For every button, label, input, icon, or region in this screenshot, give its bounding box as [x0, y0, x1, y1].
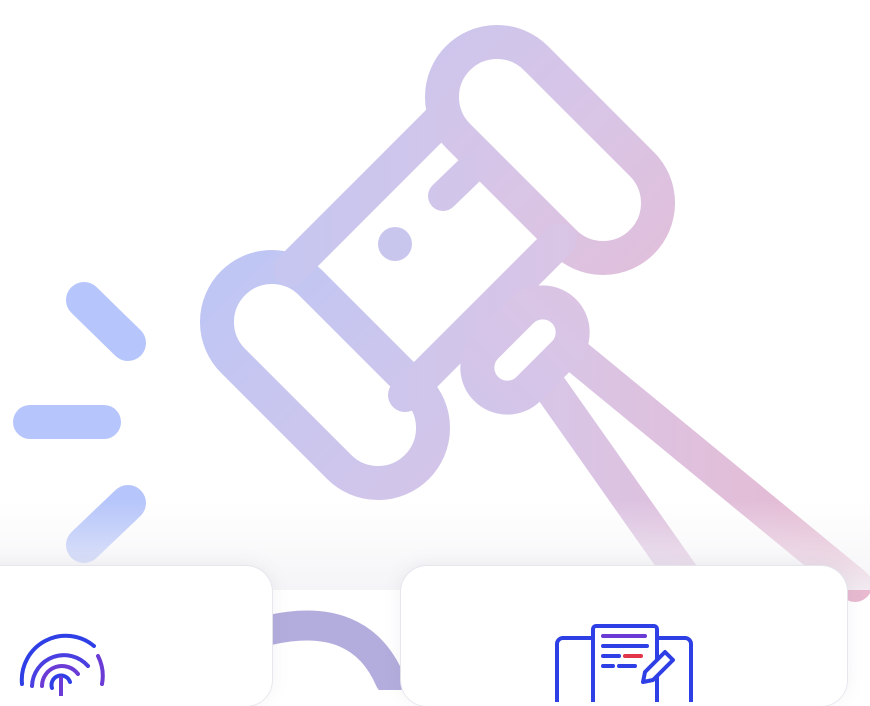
gavel-dot — [378, 227, 412, 261]
gavel-icon — [199, 24, 870, 617]
legal-document-pen-icon — [555, 624, 693, 702]
fingerprint-icon — [19, 633, 105, 696]
feature-card-fingerprint[interactable] — [0, 566, 272, 706]
feature-card-document[interactable] — [401, 566, 847, 706]
decorative-arc — [255, 610, 405, 690]
impact-lines-icon — [13, 282, 146, 563]
